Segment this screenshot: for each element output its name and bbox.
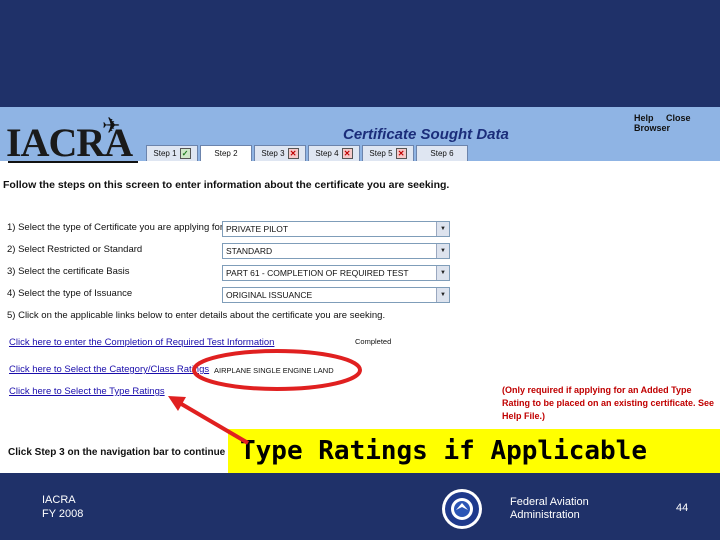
step-label: Step 6: [430, 149, 454, 158]
required-test-link[interactable]: Click here to enter the Completion of Re…: [9, 337, 274, 348]
step-navigation: Step 1 ✓ Step 2 Step 3 ✕ Step 4 ✕ Step 5…: [146, 145, 470, 161]
step-4-tab[interactable]: Step 4 ✕: [308, 145, 360, 161]
step-label: Step 3: [261, 149, 285, 158]
footer-org-name: IACRA: [42, 494, 76, 506]
issuance-type-label: 4) Select the type of Issuance: [7, 288, 133, 299]
step-label: Step 5: [369, 149, 393, 158]
issuance-type-select[interactable]: ORIGINAL ISSUANCE ▼: [222, 287, 450, 303]
footer-agency: Federal Aviation Administration: [510, 496, 589, 522]
step-3-tab[interactable]: Step 3 ✕: [254, 145, 306, 161]
agency-line-2: Administration: [510, 509, 580, 521]
step-1-tab[interactable]: Step 1 ✓: [146, 145, 198, 161]
x-icon: ✕: [395, 148, 407, 159]
dropdown-arrow-icon: ▼: [436, 266, 449, 280]
category-class-value: AIRPLANE SINGLE ENGINE LAND: [214, 366, 334, 375]
check-icon: ✓: [179, 148, 191, 159]
dropdown-arrow-icon: ▼: [436, 288, 449, 302]
category-class-link[interactable]: Click here to Select the Category/Class …: [9, 364, 209, 375]
iacra-screenshot: IACRA ✈ Certificate Sought Data Help Clo…: [0, 107, 720, 473]
step5-instruction: 5) Click on the applicable links below t…: [7, 310, 386, 321]
certificate-type-label: 1) Select the type of Certificate you ar…: [7, 222, 223, 233]
step-label: Step 2: [214, 149, 238, 158]
select-value: PART 61 - COMPLETION OF REQUIRED TEST: [226, 268, 409, 278]
select-value: ORIGINAL ISSUANCE: [226, 290, 313, 300]
step-label: Step 4: [315, 149, 339, 158]
iacra-logo: IACRA ✈: [6, 113, 146, 163]
type-ratings-link[interactable]: Click here to Select the Type Ratings: [9, 386, 165, 397]
dropdown-arrow-icon: ▼: [436, 244, 449, 258]
certificate-basis-label: 3) Select the certificate Basis: [7, 266, 130, 277]
logo-underline: [8, 161, 138, 163]
type-rating-note: (Only required if applying for an Added …: [502, 385, 715, 421]
select-value: PRIVATE PILOT: [226, 224, 289, 234]
restricted-standard-label: 2) Select Restricted or Standard: [7, 244, 143, 255]
dropdown-arrow-icon: ▼: [436, 222, 449, 236]
certificate-type-select[interactable]: PRIVATE PILOT ▼: [222, 221, 450, 237]
faa-seal-icon: [442, 489, 482, 529]
footer-year: FY 2008: [42, 508, 84, 520]
step-6-tab[interactable]: Step 6: [416, 145, 468, 161]
step-5-tab[interactable]: Step 5 ✕: [362, 145, 414, 161]
x-icon: ✕: [341, 148, 353, 159]
certificate-basis-select[interactable]: PART 61 - COMPLETION OF REQUIRED TEST ▼: [222, 265, 450, 281]
airplane-icon: ✈: [102, 113, 121, 138]
slide-top-band: [0, 0, 720, 107]
agency-line-1: Federal Aviation: [510, 496, 589, 508]
page-title: Certificate Sought Data: [343, 126, 509, 143]
step-2-tab[interactable]: Step 2: [200, 145, 252, 161]
continue-instruction: Click Step 3 on the navigation bar to co…: [8, 447, 226, 458]
step-label: Step 1: [153, 149, 177, 158]
app-header: IACRA ✈ Certificate Sought Data Help Clo…: [0, 107, 720, 163]
header-links: Help Close Browser: [634, 113, 720, 133]
callout-banner: Type Ratings if Applicable: [228, 429, 720, 473]
x-icon: ✕: [287, 148, 299, 159]
help-link[interactable]: Help: [634, 113, 654, 123]
instruction-text: Follow the steps on this screen to enter…: [3, 179, 450, 191]
select-value: STANDARD: [226, 246, 273, 256]
restricted-standard-select[interactable]: STANDARD ▼: [222, 243, 450, 259]
required-test-status: Completed: [355, 337, 392, 346]
page-number: 44: [676, 502, 689, 514]
footer-org: IACRA FY 2008: [42, 493, 83, 521]
